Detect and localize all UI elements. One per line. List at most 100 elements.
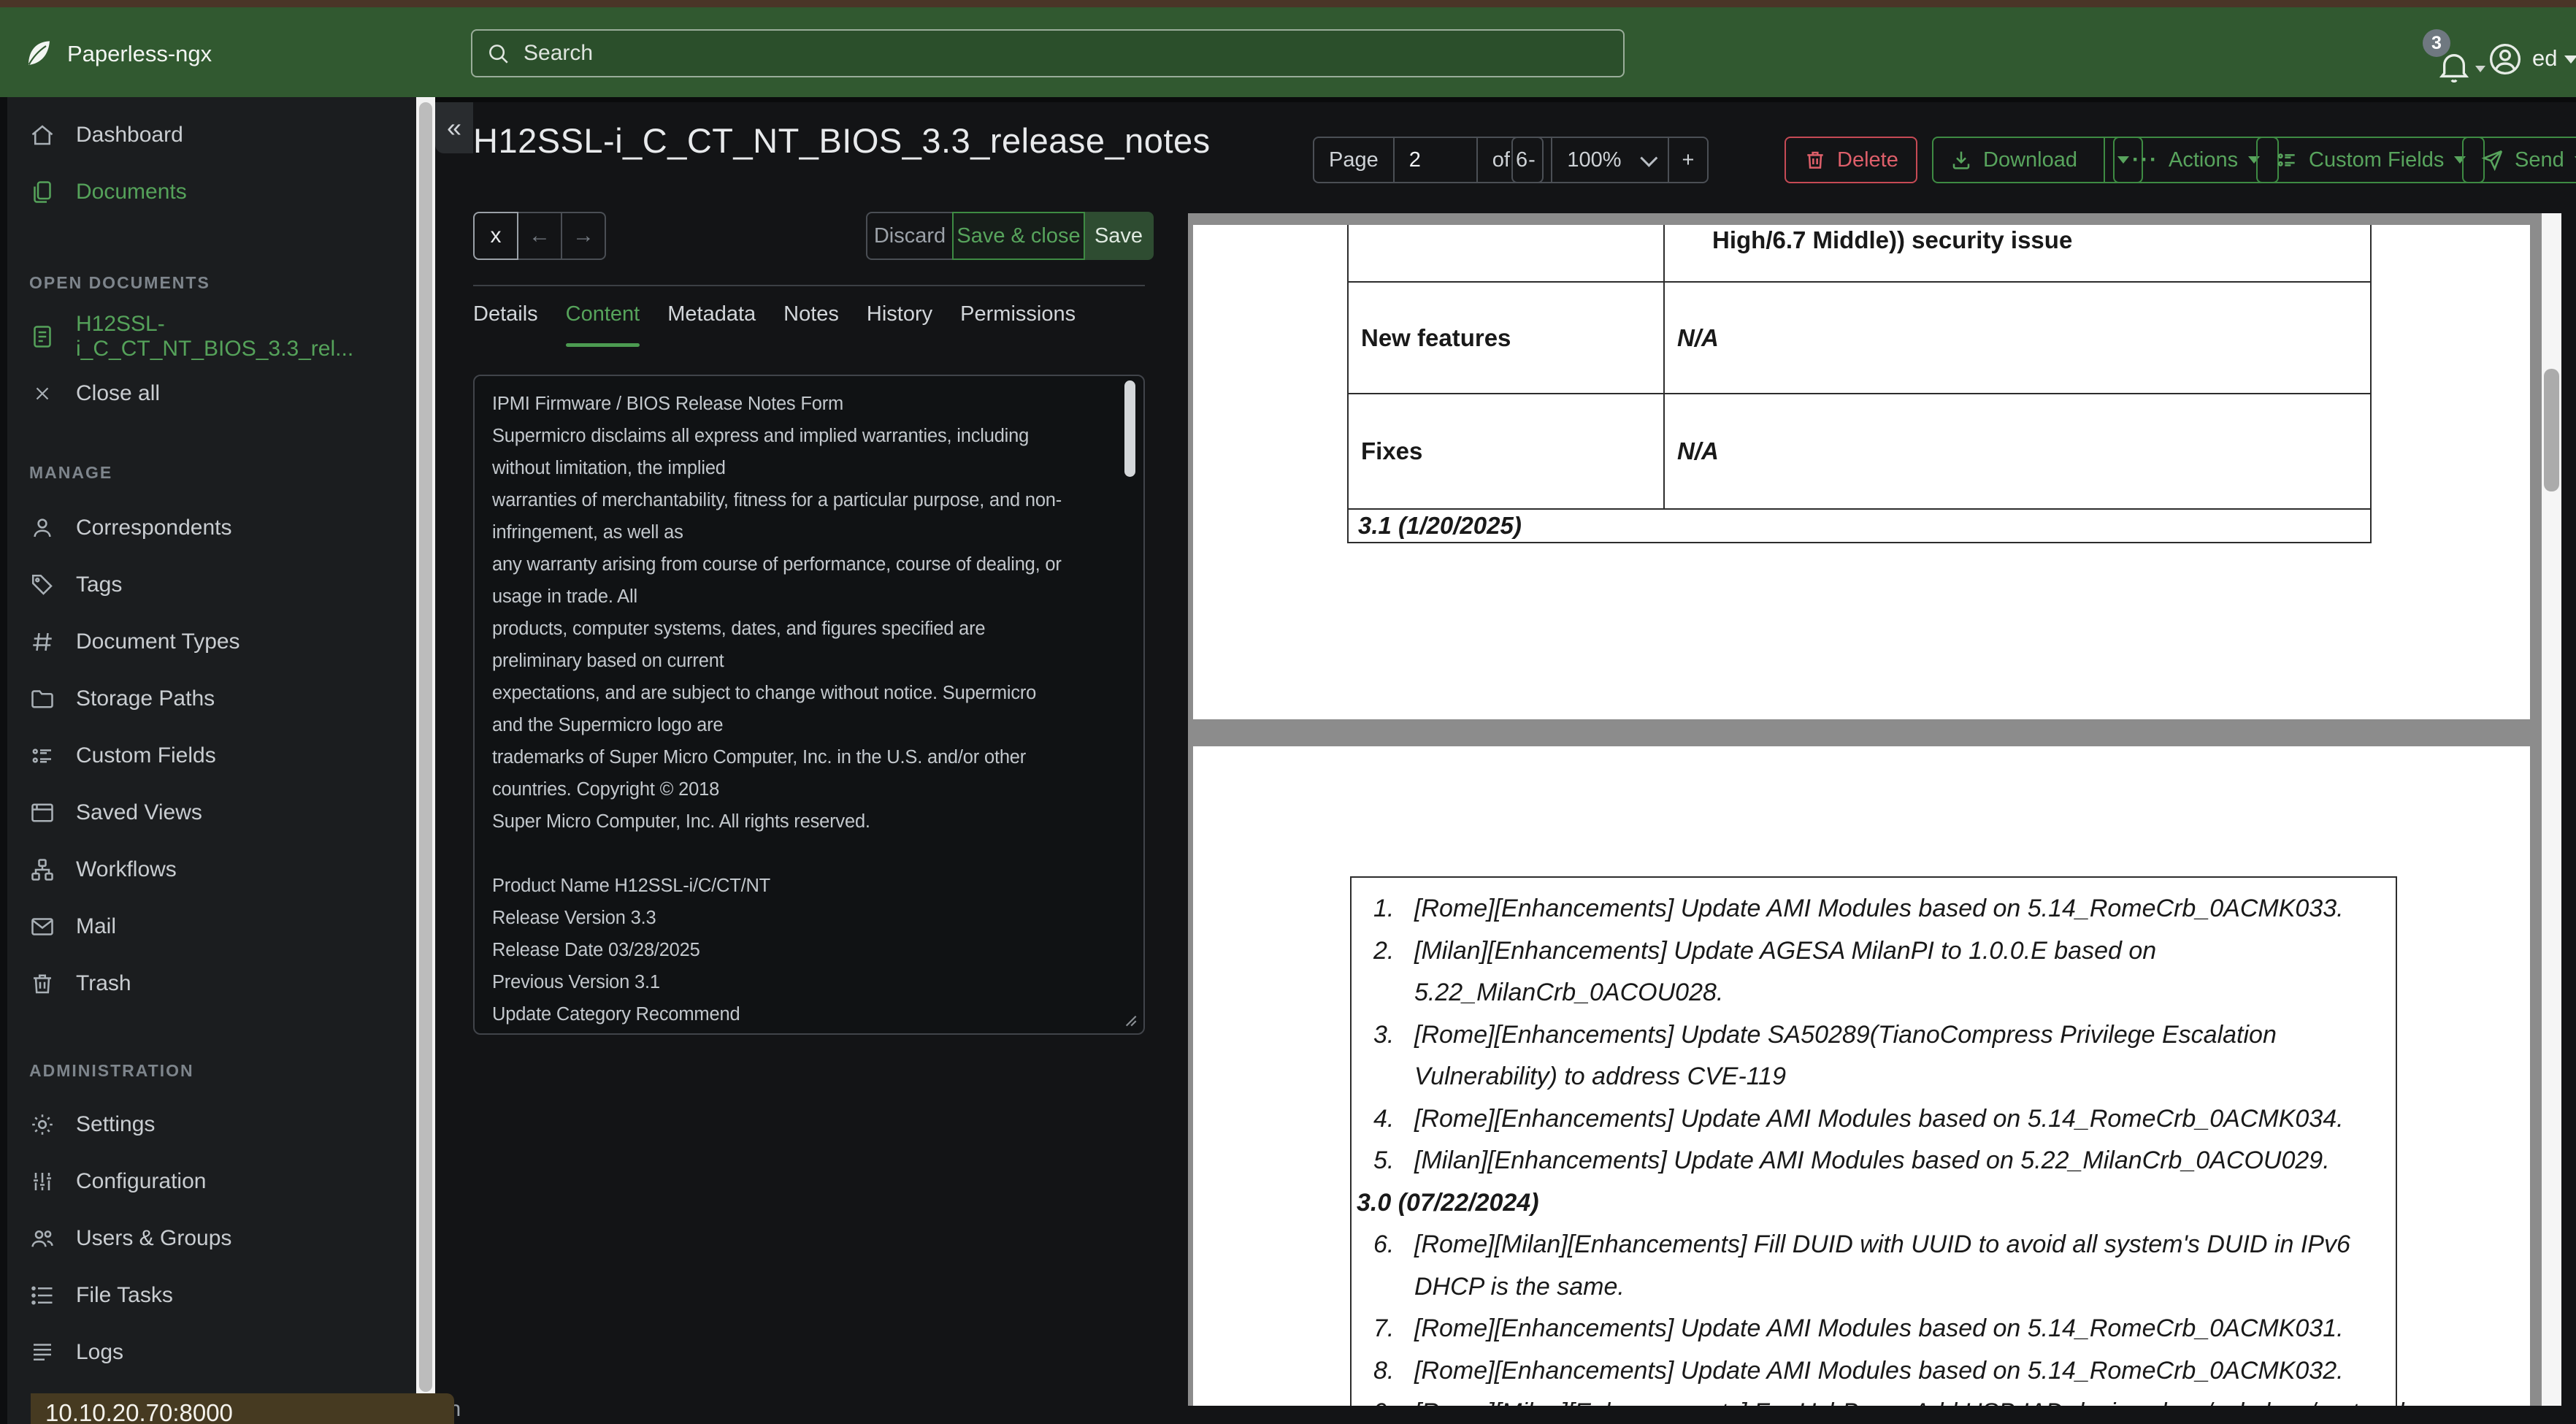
sidebar-item-workflows[interactable]: Workflows <box>7 841 435 898</box>
user-avatar-icon[interactable] <box>2487 41 2523 77</box>
actions-button-label: Actions <box>2168 148 2239 172</box>
sidebar-item-documents[interactable]: Documents <box>7 164 435 221</box>
sidebar-item-tags[interactable]: Tags <box>7 556 435 613</box>
delete-button[interactable]: Delete <box>1785 137 1917 183</box>
custom-fields-icon <box>2277 153 2295 166</box>
username-label[interactable]: ed <box>2532 45 2557 72</box>
sidebar-item-file-tasks[interactable]: File Tasks <box>7 1267 435 1324</box>
download-button[interactable]: Download <box>1933 138 2093 182</box>
actions-button[interactable]: ··· Actions <box>2113 137 2280 183</box>
sidebar-item-trash[interactable]: Trash <box>7 955 435 1012</box>
search-icon <box>489 45 508 64</box>
send-button[interactable]: Send <box>2462 137 2576 183</box>
table-row: High/6.7 Middle)) security issue <box>1349 225 2370 283</box>
sidebar-item-label: Workflows <box>76 857 177 881</box>
sidebar-item-open-document[interactable]: H12SSL-i_C_CT_NT_BIOS_3.3_rel... <box>7 308 435 365</box>
table-cell: Fixes <box>1349 394 1665 508</box>
resize-grip-icon[interactable] <box>1120 1010 1139 1029</box>
close-document-button[interactable]: x <box>473 212 518 260</box>
pdf-page-1: High/6.7 Middle)) security issue New fea… <box>1193 225 2530 719</box>
collapse-sidebar-button[interactable]: « <box>435 102 473 153</box>
sidebar-item-document-types[interactable]: Document Types <box>7 613 435 670</box>
global-search[interactable] <box>471 29 1625 77</box>
sidebar-item-users-groups[interactable]: Users & Groups <box>7 1210 435 1267</box>
zoom-in-button[interactable]: + <box>1668 138 1707 182</box>
sidebar: Dashboard Documents OPEN DOCUMENTS H12SS… <box>7 97 461 1424</box>
trash-icon <box>34 974 51 994</box>
tab-metadata[interactable]: Metadata <box>667 302 756 347</box>
zoom-out-button[interactable]: - <box>1513 138 1552 182</box>
release-note-line: 5.22_MilanCrb_0ACOU028. <box>1414 979 1724 1006</box>
gear-icon <box>32 1114 53 1135</box>
sidebar-scrollbar-thumb[interactable] <box>419 102 432 1392</box>
release-note-line: 1. [Rome][Enhancements] Update AMI Module… <box>1373 895 2344 922</box>
sidebar-item-label: Saved Views <box>76 800 202 824</box>
custom-fields-icon <box>32 749 51 763</box>
tab-history[interactable]: History <box>867 302 932 347</box>
next-document-button[interactable]: → <box>561 212 606 260</box>
tab-content[interactable]: Content <box>565 302 640 347</box>
search-input[interactable] <box>522 40 1610 66</box>
sidebar-item-settings[interactable]: Settings <box>7 1096 435 1153</box>
sidebar-item-label: Document Types <box>76 629 240 654</box>
save-button[interactable]: Save <box>1084 212 1154 260</box>
sidebar-item-logs[interactable]: Logs <box>7 1324 435 1381</box>
document-title: H12SSL-i_C_CT_NT_BIOS_3.3_release_notes <box>473 121 1211 160</box>
tab-permissions[interactable]: Permissions <box>960 302 1076 347</box>
paperless-logo-icon <box>28 41 50 65</box>
window-top-strip <box>0 0 2576 7</box>
page-label: Page <box>1329 148 1379 172</box>
pdf-preview-viewport[interactable]: High/6.7 Middle)) security issue New fea… <box>1188 213 2542 1406</box>
discard-button[interactable]: Discard <box>866 212 954 260</box>
sidebar-item-label: Custom Fields <box>76 743 216 767</box>
pdf-scrollbar-thumb[interactable] <box>2544 369 2559 491</box>
release-note-line: 9.[Rome][Milan][Enhancements] For UsbBus… <box>1352 1392 2404 1406</box>
sidebar-item-custom-fields[interactable]: Custom Fields <box>7 727 435 784</box>
saved-views-icon <box>31 803 53 822</box>
zoom-level-select[interactable]: 100% <box>1552 138 1668 182</box>
release-note-line: Vulnerability) to address CVE-119 <box>1414 1063 1787 1090</box>
sidebar-item-configuration[interactable]: Configuration <box>7 1153 435 1210</box>
tag-icon <box>31 574 53 595</box>
home-icon <box>31 125 53 145</box>
page-navigation: Page of 6 <box>1313 137 1544 183</box>
sliders-icon <box>34 1173 51 1190</box>
sidebar-item-storage-paths[interactable]: Storage Paths <box>7 670 435 727</box>
release-note-line: 2. [Milan][Enhancements] Update AGESA Mil… <box>1373 936 2157 965</box>
previous-document-button[interactable]: ← <box>517 212 562 260</box>
chevron-down-icon <box>2564 55 2576 64</box>
table-version-row: 3.1 (1/20/2025) <box>1358 512 1522 539</box>
notification-count-badge: 3 <box>2423 29 2450 57</box>
release-note-line: DHCP is the same. <box>1414 1272 1625 1301</box>
zoom-level-value: 100% <box>1567 148 1622 172</box>
sidebar-item-label: Logs <box>76 1340 124 1364</box>
sidebar-item-label: Configuration <box>76 1169 207 1193</box>
chevron-down-icon <box>1639 149 1657 167</box>
zoom-controls: - 100% + <box>1511 137 1709 183</box>
tab-notes[interactable]: Notes <box>783 302 839 347</box>
content-scrollbar-thumb[interactable] <box>1124 380 1135 477</box>
custom-fields-button[interactable]: Custom Fields <box>2256 137 2485 183</box>
release-note-line: 7. [Rome][Enhancements] Update AMI Module… <box>1373 1314 2344 1342</box>
document-content-textarea[interactable]: IPMI Firmware / BIOS Release Notes Form … <box>473 375 1145 1035</box>
table-cell: New features <box>1349 283 1665 393</box>
sidebar-item-label: Dashboard <box>76 123 183 147</box>
sidebar-item-label: Tags <box>76 573 123 597</box>
administration-header: ADMINISTRATION <box>29 1060 194 1080</box>
save-and-close-button[interactable]: Save & close <box>952 212 1085 260</box>
workflows-icon <box>31 859 53 881</box>
page-number-input[interactable] <box>1392 138 1478 182</box>
ellipsis-icon: ··· <box>2132 148 2158 172</box>
sidebar-item-correspondents[interactable]: Correspondents <box>7 499 435 556</box>
documents-icon <box>34 181 51 203</box>
file-tasks-icon <box>31 1286 53 1305</box>
logs-icon <box>34 1344 51 1361</box>
release-version-heading: 3.0 (07/22/2024) <box>1357 1188 1539 1217</box>
sidebar-item-saved-views[interactable]: Saved Views <box>7 784 435 841</box>
sidebar-item-close-all[interactable]: Close all <box>7 365 435 422</box>
tab-details[interactable]: Details <box>473 302 538 347</box>
document-tabs: Details Content Metadata Notes History P… <box>473 302 1076 347</box>
pdf-page-2: 1. [Rome][Enhancements] Update AMI Module… <box>1193 746 2530 1406</box>
sidebar-item-mail[interactable]: Mail <box>7 898 435 955</box>
sidebar-item-dashboard[interactable]: Dashboard <box>7 107 435 164</box>
